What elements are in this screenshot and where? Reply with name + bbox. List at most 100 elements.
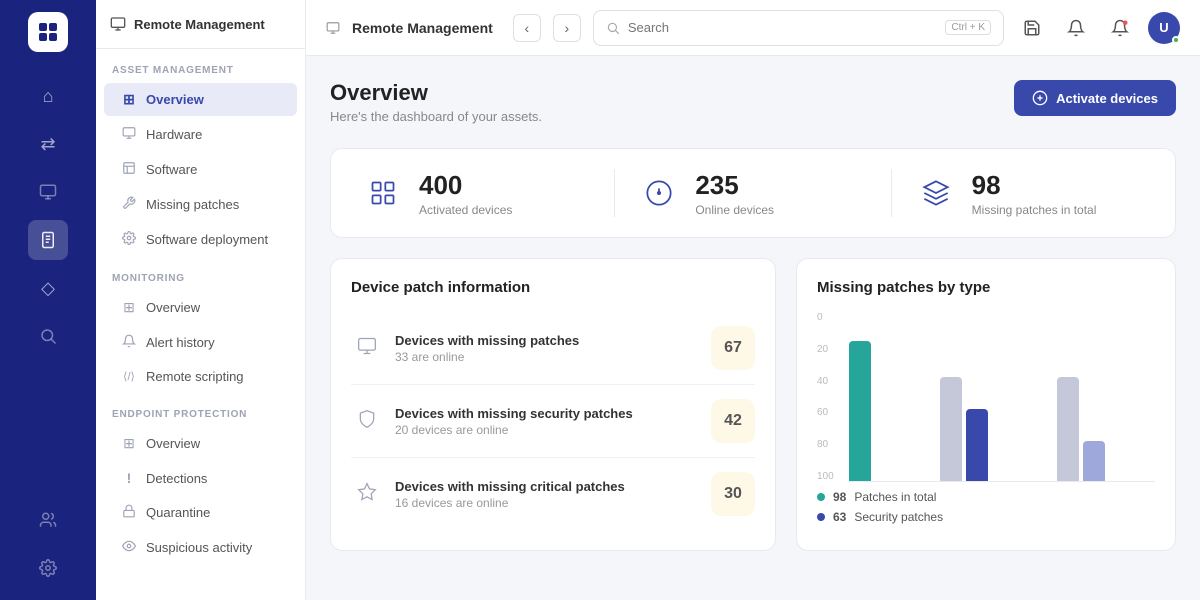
y-label-100: 100 (817, 471, 841, 482)
topbar-title: Remote Management (352, 20, 493, 36)
sidebar-item-label: Hardware (146, 127, 202, 142)
sidebar-item-clipboard[interactable] (28, 220, 68, 260)
search-shortcut: Ctrl + K (945, 20, 991, 35)
stat-activated: 400 Activated devices (363, 170, 590, 217)
patch-missing-icon (351, 336, 383, 361)
sidebar-item-label: Software (146, 162, 197, 177)
patch-critical-badge: 30 (711, 472, 755, 516)
sidebar-item-label: Suspicious activity (146, 540, 252, 555)
sidebar-item-remote-scripting[interactable]: ⟨/⟩ Remote scripting (104, 361, 297, 392)
legend-dot-total (817, 493, 825, 501)
activate-btn-label: Activate devices (1056, 91, 1158, 106)
sidebar-item-suspicious-activity[interactable]: Suspicious activity (104, 531, 297, 564)
patch-security-info: Devices with missing security patches 20… (395, 406, 699, 437)
nav-forward-button[interactable]: › (553, 14, 581, 42)
save-icon-button[interactable] (1016, 12, 1048, 44)
patch-critical-info: Devices with missing critical patches 16… (395, 479, 699, 510)
sidebar-item-overview-asset[interactable]: ⊞ Overview (104, 83, 297, 116)
detections-icon: ! (120, 470, 138, 486)
online-count: 235 (695, 170, 774, 201)
patch-missing-info: Devices with missing patches 33 are onli… (395, 333, 699, 364)
legend-dot-security (817, 513, 825, 521)
sidebar-item-search2[interactable] (28, 316, 68, 356)
patch-missing-sub: 33 are online (395, 350, 699, 364)
activated-count: 400 (419, 170, 512, 201)
online-label: Online devices (695, 203, 774, 217)
topbar-actions: U (1016, 12, 1180, 44)
stat-activated-info: 400 Activated devices (419, 170, 512, 217)
stat-missing-info: 98 Missing patches in total (972, 170, 1097, 217)
legend-security-num: 63 (833, 510, 846, 524)
y-label-40: 40 (817, 376, 841, 387)
sidebar-item-filters[interactable]: ⇄ (28, 124, 68, 164)
sidebar-item-gear[interactable] (28, 548, 68, 588)
sidebar-item-software-deployment[interactable]: Software deployment (104, 223, 297, 256)
chart-panel-title: Missing patches by type (817, 279, 1155, 296)
sidebar-item-label: Software deployment (146, 232, 268, 247)
patch-item-critical: Devices with missing critical patches 16… (351, 458, 755, 530)
icon-bar: ⌂ ⇄ ◇ (0, 0, 96, 600)
chart-panel: Missing patches by type 100 80 60 40 20 … (796, 258, 1176, 551)
activate-icon (1032, 90, 1048, 106)
nav-back-button[interactable]: ‹ (513, 14, 541, 42)
activated-icon (363, 173, 403, 213)
sidebar-header: Remote Management (96, 0, 305, 49)
legend-total-num: 98 (833, 490, 846, 504)
endpoint-label: ENDPOINT PROTECTION (96, 393, 305, 426)
sidebar-item-monitor[interactable] (28, 172, 68, 212)
remote-scripting-icon: ⟨/⟩ (120, 370, 138, 383)
patch-security-name: Devices with missing security patches (395, 406, 699, 421)
page-subtitle: Here's the dashboard of your assets. (330, 109, 542, 124)
y-label-80: 80 (817, 439, 841, 450)
stat-online: 235 Online devices (639, 170, 866, 217)
content-area: Overview Here's the dashboard of your as… (306, 56, 1200, 600)
notification-icon-button[interactable] (1060, 12, 1092, 44)
sidebar-item-quarantine[interactable]: Quarantine (104, 496, 297, 529)
patch-item-missing: Devices with missing patches 33 are onli… (351, 312, 755, 385)
deployment-icon (120, 231, 138, 248)
alert-history-icon (120, 334, 138, 351)
sidebar-item-alert-history[interactable]: Alert history (104, 326, 297, 359)
online-icon (639, 173, 679, 213)
breadcrumb-icon (326, 21, 340, 35)
search-bar: Ctrl + K (593, 10, 1004, 46)
missing-icon (916, 173, 956, 213)
sidebar-item-label: Overview (146, 92, 204, 107)
sidebar-item-software[interactable]: Software (104, 153, 297, 186)
patch-item-security: Devices with missing security patches 20… (351, 385, 755, 458)
sidebar-item-overview-endpoint[interactable]: ⊞ Overview (104, 427, 297, 460)
asset-management-label: ASSET MANAGEMENT (96, 49, 305, 82)
sidebar-item-hardware[interactable]: Hardware (104, 118, 297, 151)
sidebar-item-label: Quarantine (146, 505, 210, 520)
sidebar-item-home[interactable]: ⌂ (28, 76, 68, 116)
bottom-row: Device patch information Devices with mi… (330, 258, 1176, 551)
user-avatar[interactable]: U (1148, 12, 1180, 44)
online-status-dot (1172, 36, 1180, 44)
bar-group-2 (940, 377, 988, 481)
overview-ep-icon: ⊞ (120, 435, 138, 452)
overview-asset-icon: ⊞ (120, 91, 138, 108)
activated-label: Activated devices (419, 203, 512, 217)
patch-panel-title: Device patch information (351, 279, 755, 296)
sidebar-item-label: Overview (146, 436, 200, 451)
sidebar-item-overview-monitoring[interactable]: ⊞ Overview (104, 291, 297, 324)
sidebar-item-tag[interactable]: ◇ (28, 268, 68, 308)
y-label-60: 60 (817, 407, 841, 418)
activate-devices-button[interactable]: Activate devices (1014, 80, 1176, 116)
chart-bars-area (849, 312, 1155, 482)
bar-gray-2 (940, 377, 962, 481)
bar-gray-3 (1057, 377, 1079, 481)
software-icon (120, 161, 138, 178)
page-info: Overview Here's the dashboard of your as… (330, 80, 542, 124)
search-input[interactable] (628, 20, 938, 35)
sidebar-item-label: Remote scripting (146, 369, 244, 384)
sidebar-item-detections[interactable]: ! Detections (104, 462, 297, 494)
sidebar-item-people[interactable] (28, 500, 68, 540)
bell-icon-button[interactable] (1104, 12, 1136, 44)
app-logo (28, 12, 68, 52)
sidebar-item-label: Detections (146, 471, 207, 486)
content-header: Overview Here's the dashboard of your as… (330, 80, 1176, 124)
bar-teal (849, 341, 871, 481)
quarantine-icon (120, 504, 138, 521)
sidebar-item-missing-patches[interactable]: Missing patches (104, 188, 297, 221)
